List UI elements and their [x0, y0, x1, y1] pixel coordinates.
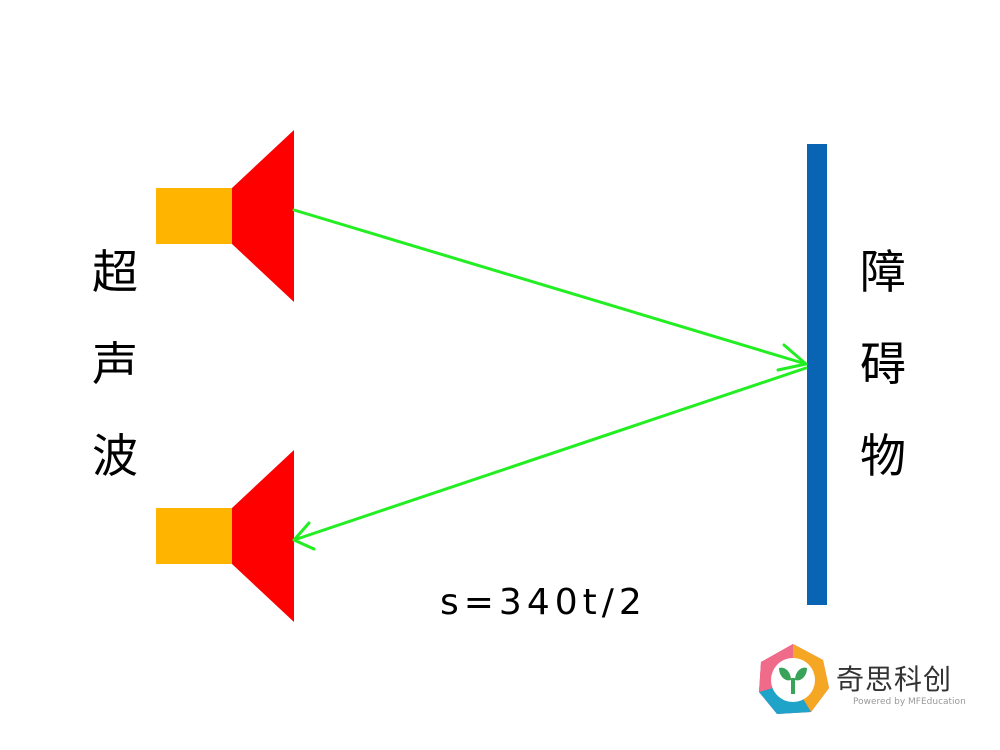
obstacle-bar	[807, 144, 827, 605]
ultrasonic-label-char: 超	[92, 245, 138, 299]
brand-logo: 奇思科创 Powered by MFEducation	[755, 642, 975, 722]
brand-name: 奇思科创	[836, 663, 953, 696]
obstacle-label-char: 物	[860, 429, 906, 483]
outgoing-wave-arrow	[292, 208, 808, 372]
obstacle-label-char: 碍	[860, 337, 906, 391]
emitter-body	[156, 188, 232, 244]
receiver-cone	[232, 450, 294, 622]
receiver-speaker-icon	[156, 450, 294, 622]
ultrasonic-label-char: 波	[92, 429, 138, 483]
obstacle-label: 障 碍 物	[853, 226, 913, 502]
brand-logo-icon	[759, 644, 829, 714]
distance-formula: s=340t/2	[440, 582, 647, 623]
emitter-cone	[232, 130, 294, 302]
ultrasonic-label-char: 声	[92, 337, 138, 391]
emitter-speaker-icon	[156, 130, 294, 302]
brand-tagline: Powered by MFEducation	[853, 697, 966, 707]
reflected-wave-arrow	[292, 366, 808, 551]
receiver-body	[156, 508, 232, 564]
obstacle-label-char: 障	[860, 245, 906, 299]
ultrasonic-label: 超 声 波	[85, 226, 145, 502]
ultrasonic-diagram	[156, 130, 827, 622]
